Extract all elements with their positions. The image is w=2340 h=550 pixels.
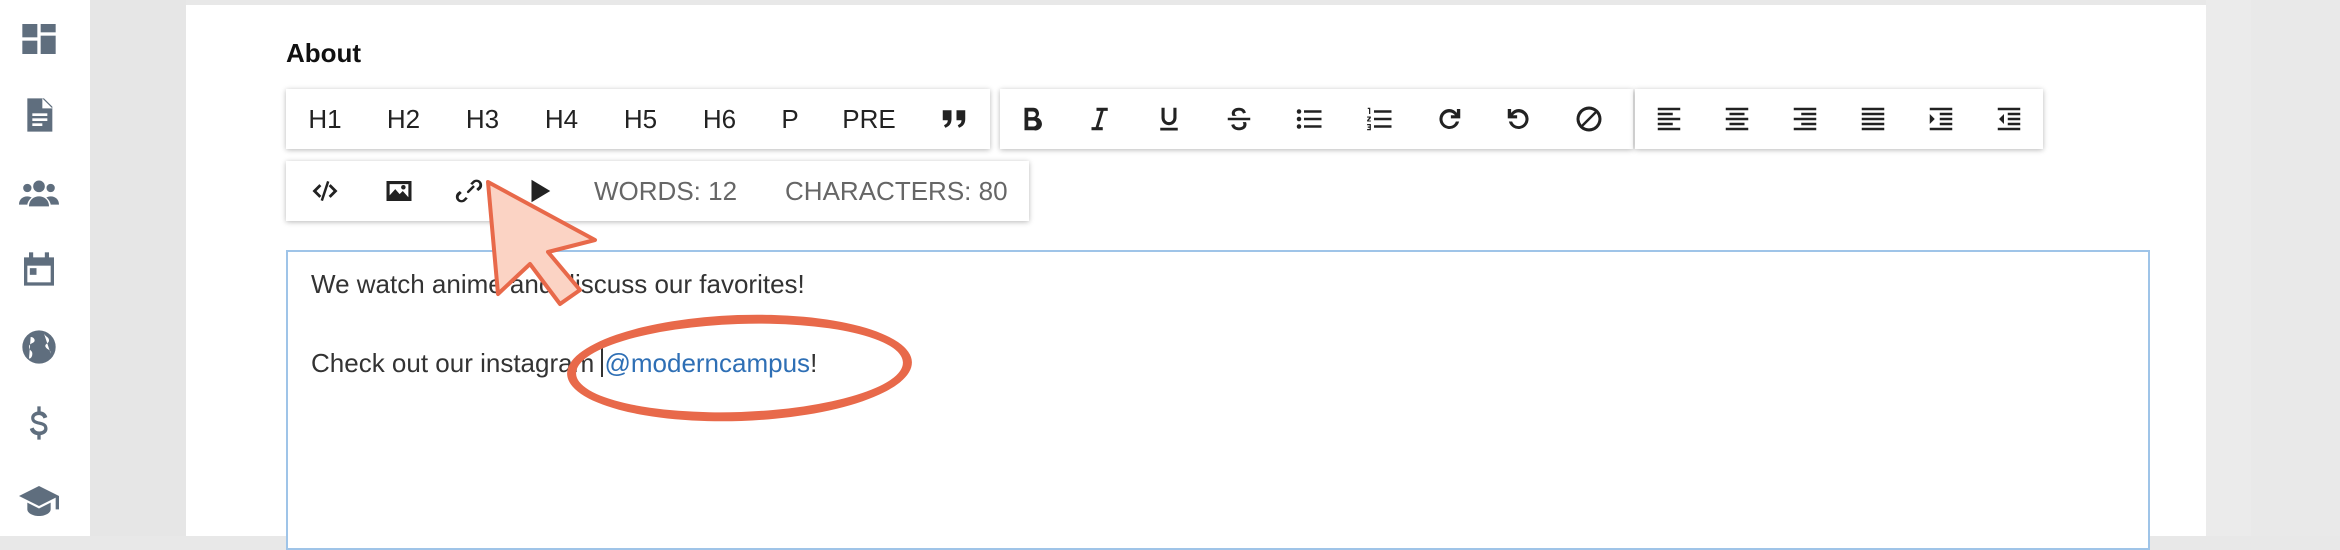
redo-button[interactable] — [1414, 89, 1484, 149]
h5-button[interactable]: H5 — [601, 89, 680, 149]
bold-icon — [1024, 107, 1042, 131]
align-center-button[interactable] — [1703, 89, 1771, 149]
editor-line-2-prefix: Check out our instagram — [311, 348, 602, 378]
underline-button[interactable] — [1134, 89, 1204, 149]
h1-button[interactable]: H1 — [286, 89, 364, 149]
italic-icon — [1091, 107, 1108, 131]
insert-toolbar: WORDS: 12 CHARACTERS: 80 — [286, 161, 1029, 221]
pointer-arrow-icon — [486, 180, 597, 306]
undo-button[interactable] — [1484, 89, 1554, 149]
quote-button[interactable] — [917, 89, 990, 149]
align-left-icon — [1657, 107, 1681, 131]
align-justify-button[interactable] — [1839, 89, 1907, 149]
paragraph-button[interactable]: P — [759, 89, 821, 149]
calendar-icon[interactable] — [18, 248, 60, 290]
indent-button[interactable] — [1907, 89, 1975, 149]
about-field-label: About — [286, 38, 362, 68]
format-toolbar — [1000, 89, 1633, 149]
clear-format-icon — [1576, 106, 1601, 132]
h3-button[interactable]: H3 — [443, 89, 522, 149]
align-left-button[interactable] — [1635, 89, 1703, 149]
clear-format-button[interactable] — [1554, 89, 1623, 149]
align-right-icon — [1793, 107, 1817, 131]
align-justify-icon — [1861, 107, 1885, 131]
strikethrough-icon — [1227, 107, 1251, 131]
bullet-list-button[interactable] — [1274, 89, 1344, 149]
preformatted-button[interactable]: PRE — [821, 89, 917, 149]
align-center-icon — [1725, 107, 1749, 131]
redo-icon — [1439, 109, 1461, 129]
indent-icon — [1929, 107, 1953, 131]
globe-icon[interactable] — [18, 326, 60, 368]
word-count: WORDS: 12 — [594, 175, 738, 206]
outdent-button[interactable] — [1975, 89, 2043, 149]
numbered-list-icon — [1367, 107, 1392, 131]
code-icon — [312, 181, 338, 201]
quote-icon — [942, 110, 965, 128]
content-gutter-left — [90, 0, 186, 536]
bold-button[interactable] — [1000, 89, 1064, 149]
h4-button[interactable]: H4 — [522, 89, 601, 149]
h2-button[interactable]: H2 — [364, 89, 443, 149]
outdent-icon — [1997, 107, 2021, 131]
image-button[interactable] — [364, 161, 434, 221]
heading-toolbar: H1 H2 H3 H4 H5 H6 P PRE — [286, 89, 990, 149]
image-icon — [386, 181, 412, 201]
italic-button[interactable] — [1064, 89, 1134, 149]
align-toolbar — [1635, 89, 2043, 149]
align-right-button[interactable] — [1771, 89, 1839, 149]
dollar-icon[interactable] — [18, 402, 60, 444]
dashboard-icon[interactable] — [18, 18, 60, 60]
undo-icon — [1507, 109, 1529, 129]
h6-button[interactable]: H6 — [680, 89, 759, 149]
sidebar — [0, 0, 90, 536]
document-icon[interactable] — [18, 94, 60, 136]
bullet-list-icon — [1296, 109, 1322, 129]
code-button[interactable] — [286, 161, 364, 221]
right-panel — [2251, 0, 2340, 536]
strikethrough-button[interactable] — [1204, 89, 1274, 149]
numbered-list-button[interactable] — [1344, 89, 1414, 149]
character-count: CHARACTERS: 80 — [785, 175, 1008, 206]
users-icon[interactable] — [18, 172, 60, 214]
content-gutter-right — [2206, 0, 2251, 536]
graduation-cap-icon[interactable] — [18, 480, 60, 522]
underline-icon — [1160, 107, 1178, 131]
